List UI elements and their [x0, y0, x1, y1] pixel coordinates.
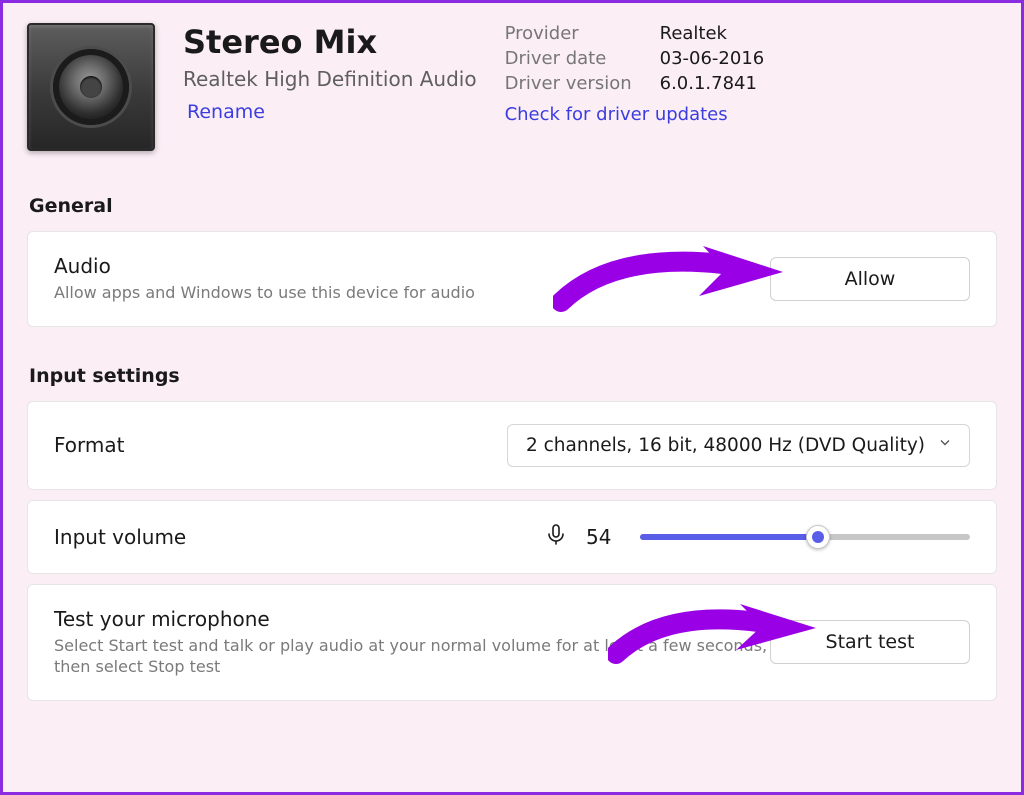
start-test-button[interactable]: Start test — [770, 620, 970, 664]
speaker-icon — [27, 23, 155, 151]
rename-link[interactable]: Rename — [187, 101, 477, 123]
volume-value: 54 — [586, 525, 622, 549]
test-desc: Select Start test and talk or play audio… — [54, 635, 770, 678]
device-name: Stereo Mix — [183, 23, 477, 61]
volume-slider[interactable] — [640, 534, 970, 540]
audio-title: Audio — [54, 254, 770, 278]
chevron-down-icon — [937, 435, 953, 456]
driver-meta: Provider Driver date Driver version Real… — [505, 23, 765, 94]
format-label: Format — [54, 433, 507, 457]
driver-date-value: 03-06-2016 — [660, 48, 765, 69]
provider-value: Realtek — [660, 23, 765, 44]
section-input: Input settings — [29, 365, 997, 387]
check-updates-link[interactable]: Check for driver updates — [505, 104, 728, 125]
device-header: Stereo Mix Realtek High Definition Audio… — [27, 23, 997, 151]
driver-version-value: 6.0.1.7841 — [660, 73, 765, 94]
format-row: Format 2 channels, 16 bit, 48000 Hz (DVD… — [27, 401, 997, 490]
provider-label: Provider — [505, 23, 632, 44]
driver-date-label: Driver date — [505, 48, 632, 69]
test-mic-row: Test your microphone Select Start test a… — [27, 584, 997, 701]
device-subtitle: Realtek High Definition Audio — [183, 67, 477, 91]
section-general: General — [29, 195, 997, 217]
driver-version-label: Driver version — [505, 73, 632, 94]
format-value: 2 channels, 16 bit, 48000 Hz (DVD Qualit… — [526, 435, 925, 456]
audio-permission-row: Audio Allow apps and Windows to use this… — [27, 231, 997, 327]
input-volume-label: Input volume — [54, 525, 544, 549]
slider-thumb[interactable] — [806, 525, 830, 549]
format-select[interactable]: 2 channels, 16 bit, 48000 Hz (DVD Qualit… — [507, 424, 970, 467]
allow-button[interactable]: Allow — [770, 257, 970, 301]
input-volume-row: Input volume 54 — [27, 500, 997, 574]
microphone-icon — [544, 523, 568, 551]
test-title: Test your microphone — [54, 607, 770, 631]
audio-desc: Allow apps and Windows to use this devic… — [54, 282, 770, 304]
